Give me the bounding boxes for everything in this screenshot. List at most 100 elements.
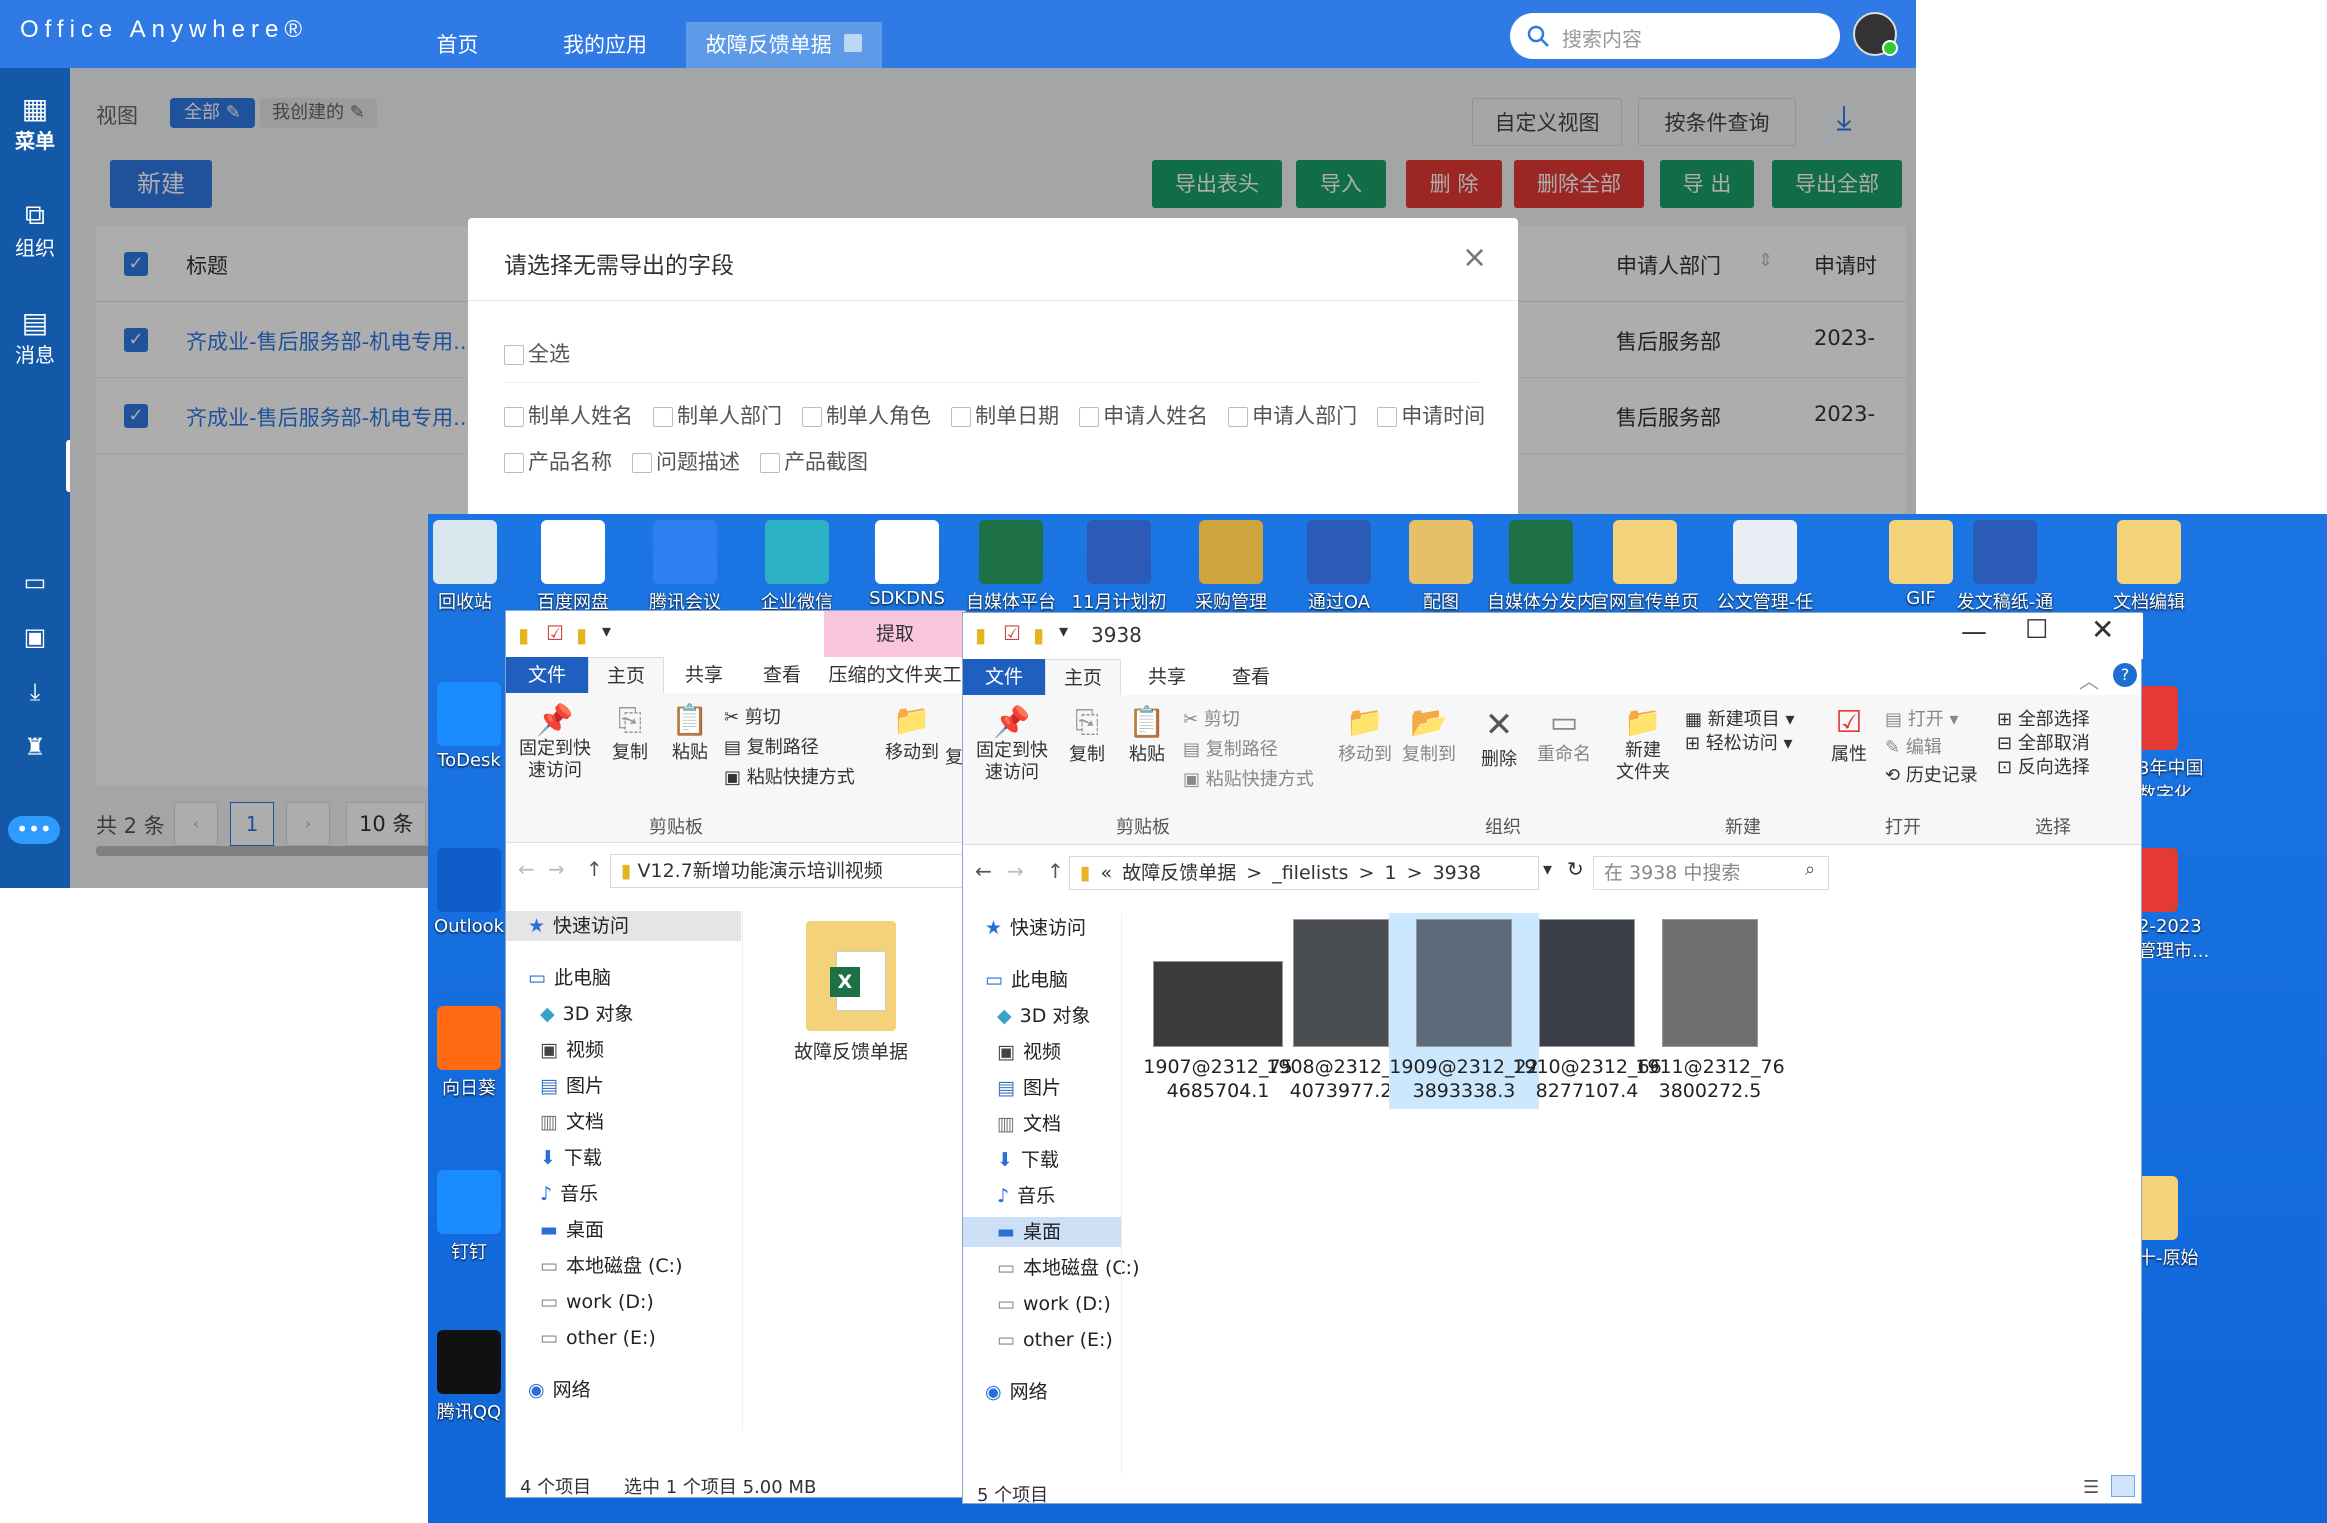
up-icon[interactable]: ↑: [586, 857, 603, 881]
field-option[interactable]: 申请时间: [1377, 404, 1485, 428]
nav-item-documents[interactable]: ▥ 文档: [506, 1107, 741, 1137]
desktop-icon[interactable]: 腾讯会议: [630, 520, 740, 620]
copy-button[interactable]: ⎘ 复制: [1057, 705, 1117, 766]
desktop-icon[interactable]: 3年中国 数字化...: [2138, 686, 2248, 796]
search-icon[interactable]: ⌕: [1805, 859, 1815, 880]
desktop-icon[interactable]: 文档编辑: [2094, 520, 2204, 620]
back-icon[interactable]: ←: [975, 859, 992, 883]
menu-compressed[interactable]: 压缩的文件夹工: [824, 657, 966, 693]
desktop-icon[interactable]: 采购管理: [1176, 520, 1286, 620]
address-bar[interactable]: ▮ V12.7新增功能演示培训视频: [610, 854, 966, 888]
menu-view[interactable]: 查看: [1213, 659, 1289, 695]
desktop-icon[interactable]: 企业微信: [742, 520, 852, 620]
thumbnail-view-icon[interactable]: [2111, 1475, 2135, 1497]
nav-item-desktop[interactable]: ▬ 桌面: [506, 1215, 741, 1245]
details-view-icon[interactable]: ☰: [2083, 1477, 2099, 1498]
checkbox[interactable]: [1377, 407, 1398, 427]
nav-item-downloads[interactable]: ⬇ 下载: [963, 1145, 1121, 1175]
search-input[interactable]: 在 3938 中搜索: [1593, 856, 1829, 890]
nav-item-disk-e[interactable]: ▭ other (E:): [506, 1323, 741, 1353]
ribbon-collapse-icon[interactable]: ︿: [2079, 665, 2099, 694]
field-option[interactable]: 申请人部门: [1228, 404, 1357, 428]
file-item[interactable]: X 故障反馈单据: [776, 921, 926, 1064]
more-icon[interactable]: •••: [8, 816, 60, 844]
checkbox[interactable]: [504, 407, 524, 427]
desktop-icon[interactable]: 回收站: [410, 520, 520, 620]
refresh-icon[interactable]: ↻: [1567, 857, 1584, 881]
menu-share[interactable]: 共享: [1129, 659, 1205, 695]
message-rail-item[interactable]: ▤ 消息: [0, 306, 70, 368]
checkbox[interactable]: [653, 407, 674, 427]
checkbox[interactable]: [1228, 407, 1249, 427]
pin-button[interactable]: 📌 固定到快 速访问: [967, 705, 1057, 784]
field-option[interactable]: 制单人部门: [653, 404, 782, 428]
field-option[interactable]: 申请人姓名: [1079, 404, 1208, 428]
new-folder-button[interactable]: 📁 新建 文件夹: [1607, 705, 1679, 784]
menu-share[interactable]: 共享: [666, 657, 742, 693]
paste-shortcut-button[interactable]: ▣ 粘贴快捷方式: [724, 763, 855, 789]
up-icon[interactable]: ↑: [1047, 859, 1064, 883]
shirt-icon[interactable]: ♜: [0, 733, 70, 761]
properties-button[interactable]: ☑ 属性: [1819, 705, 1879, 766]
menu-file[interactable]: 文件: [963, 659, 1045, 695]
menu-rail-item[interactable]: ▦ 菜单: [0, 92, 70, 154]
breadcrumb-item[interactable]: 故障反馈单据: [1122, 862, 1236, 884]
paste-shortcut-button[interactable]: ▣ 粘贴快捷方式: [1183, 765, 1314, 791]
nav-item-disk-c[interactable]: ▭ 本地磁盘 (C:): [506, 1251, 741, 1281]
nav-item-this-pc[interactable]: ▭ 此电脑: [506, 963, 741, 993]
move-to-button[interactable]: 📁 移动到: [1333, 705, 1397, 766]
desktop-icon[interactable]: 通过OA: [1284, 520, 1394, 620]
select-all-option[interactable]: 全选: [504, 338, 570, 368]
nav-item-disk-d[interactable]: ▭ work (D:): [506, 1287, 741, 1317]
invert-selection-button[interactable]: ⊡ 反向选择: [1997, 753, 2090, 779]
easy-access-button[interactable]: ⊞ 轻松访问 ▾: [1685, 729, 1793, 755]
breadcrumb-item[interactable]: _filelists: [1272, 862, 1348, 884]
desktop-icon[interactable]: 官网宣传单页: [1590, 520, 1700, 620]
nav-item-quick-access[interactable]: ★ 快速访问: [963, 913, 1121, 943]
cut-button[interactable]: ✂ 剪切: [1183, 705, 1240, 731]
delete-button[interactable]: ✕ 删除: [1469, 705, 1529, 771]
cut-button[interactable]: ✂ 剪切: [724, 703, 781, 729]
field-option[interactable]: 产品截图: [760, 450, 868, 474]
nav-item-desktop[interactable]: ▬ 桌面: [963, 1217, 1121, 1247]
menu-home[interactable]: 主页: [1045, 659, 1121, 695]
qat-dropdown-icon[interactable]: ▾: [1059, 621, 1068, 642]
rename-button[interactable]: ▭ 重命名: [1529, 705, 1599, 766]
extract-tab[interactable]: 提取: [824, 611, 966, 657]
desktop-icon[interactable]: SDKDNS: [852, 520, 962, 620]
nav-item-music[interactable]: ♪ 音乐: [963, 1181, 1121, 1211]
field-option[interactable]: 问题描述: [632, 450, 740, 474]
menu-home[interactable]: 主页: [588, 657, 664, 693]
help-icon[interactable]: ?: [2113, 663, 2137, 687]
open-button[interactable]: ▤ 打开 ▾: [1885, 705, 1959, 731]
checkbox[interactable]: [632, 453, 653, 473]
desktop-icon[interactable]: 自媒体平台: [956, 520, 1066, 620]
document-icon[interactable]: ▣: [0, 623, 70, 651]
properties-icon[interactable]: ☑: [1003, 621, 1021, 645]
menu-file[interactable]: 文件: [506, 657, 588, 693]
desktop-icon[interactable]: 2-2023 管理市...: [2138, 848, 2248, 958]
breadcrumb-item[interactable]: 1: [1384, 862, 1396, 884]
history-button[interactable]: ⟲ 历史记录: [1885, 761, 1978, 787]
close-icon[interactable]: ✕: [2091, 613, 2114, 646]
forward-icon[interactable]: →: [548, 857, 565, 881]
nav-item-pictures[interactable]: ▤ 图片: [963, 1073, 1121, 1103]
field-option[interactable]: 制单人角色: [802, 404, 931, 428]
breadcrumb[interactable]: ▮ « 故障反馈单据 > _filelists > 1 > 3938: [1069, 856, 1539, 890]
field-option[interactable]: 产品名称: [504, 450, 612, 474]
new-item-button[interactable]: ▦ 新建项目 ▾: [1685, 705, 1795, 731]
checkbox[interactable]: [504, 453, 524, 473]
menu-view[interactable]: 查看: [744, 657, 820, 693]
nav-item-disk-d[interactable]: ▭ work (D:): [963, 1289, 1121, 1319]
select-none-button[interactable]: ⊟ 全部取消: [1997, 729, 2090, 755]
move-to-button[interactable]: 📁 移动到: [882, 703, 942, 764]
breadcrumb-overflow[interactable]: «: [1101, 862, 1113, 884]
properties-icon[interactable]: ☑: [546, 621, 564, 645]
nav-item-3d-objects[interactable]: ◆ 3D 对象: [506, 999, 741, 1029]
field-option[interactable]: 制单日期: [951, 404, 1059, 428]
search-box[interactable]: 搜索内容: [1510, 13, 1840, 59]
desktop-icon[interactable]: 腾讯QQ: [424, 1330, 514, 1430]
copy-button[interactable]: ⎘ 复制: [600, 703, 660, 764]
tab-close-icon[interactable]: [844, 34, 863, 52]
desktop-icon[interactable]: 自媒体分发内: [1486, 520, 1596, 620]
